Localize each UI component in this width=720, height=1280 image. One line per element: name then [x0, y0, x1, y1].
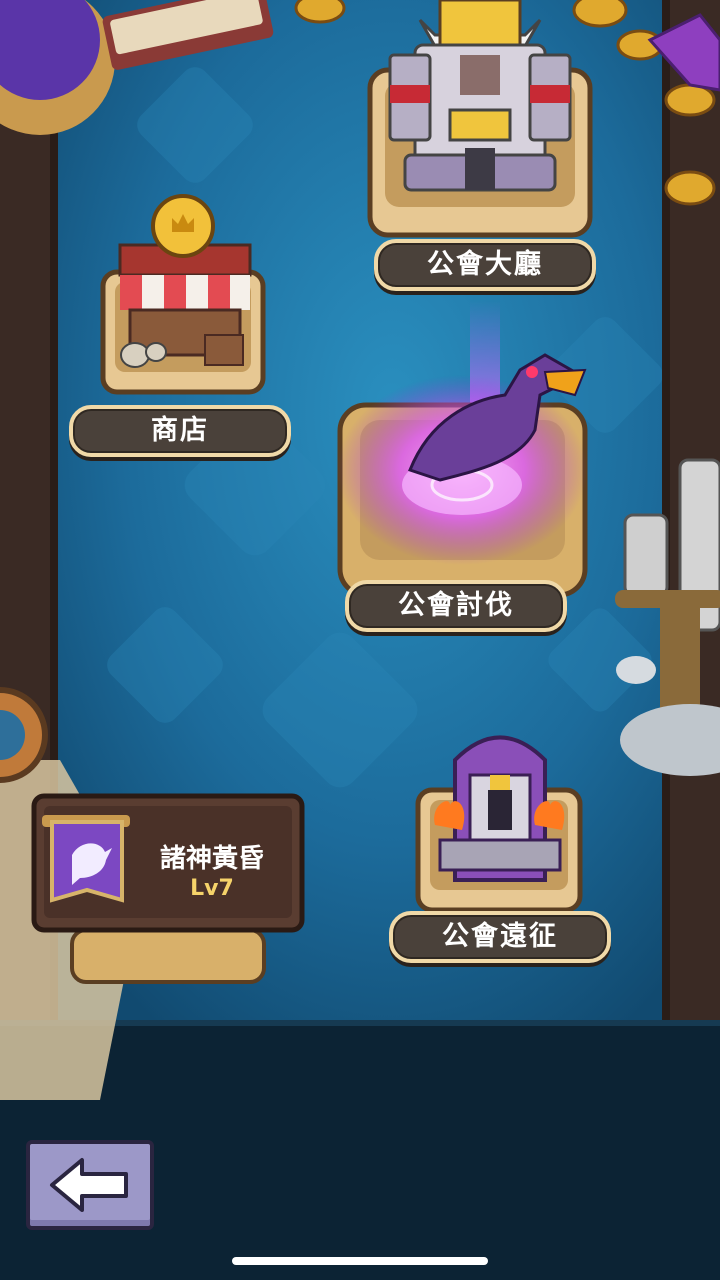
home-indicator[interactable] — [232, 1257, 488, 1265]
guild-name: 諸神黃昏 — [159, 844, 264, 874]
raven-emblem-icon — [52, 822, 122, 900]
guild-hall-label[interactable]: 公會大廳 — [374, 239, 596, 291]
guild-expedition-label[interactable]: 公會遠征 — [389, 911, 611, 963]
shop-building[interactable] — [100, 195, 268, 395]
game-scene: 公會大廳 商店 公會討伐 公會遠征 諸神黃昏 Lv7 — [0, 0, 720, 1280]
guild-level: Lv7 — [190, 876, 234, 901]
back-button[interactable] — [26, 1140, 154, 1230]
guild-expedition-building[interactable] — [416, 715, 582, 913]
guild-hall-building[interactable] — [368, 0, 594, 240]
scene-background — [0, 0, 720, 1280]
guild-raid-building[interactable] — [338, 340, 588, 595]
guild-raid-label[interactable]: 公會討伐 — [345, 580, 567, 632]
shop-label[interactable]: 商店 — [69, 405, 291, 457]
left-arrow-icon — [50, 1158, 128, 1212]
